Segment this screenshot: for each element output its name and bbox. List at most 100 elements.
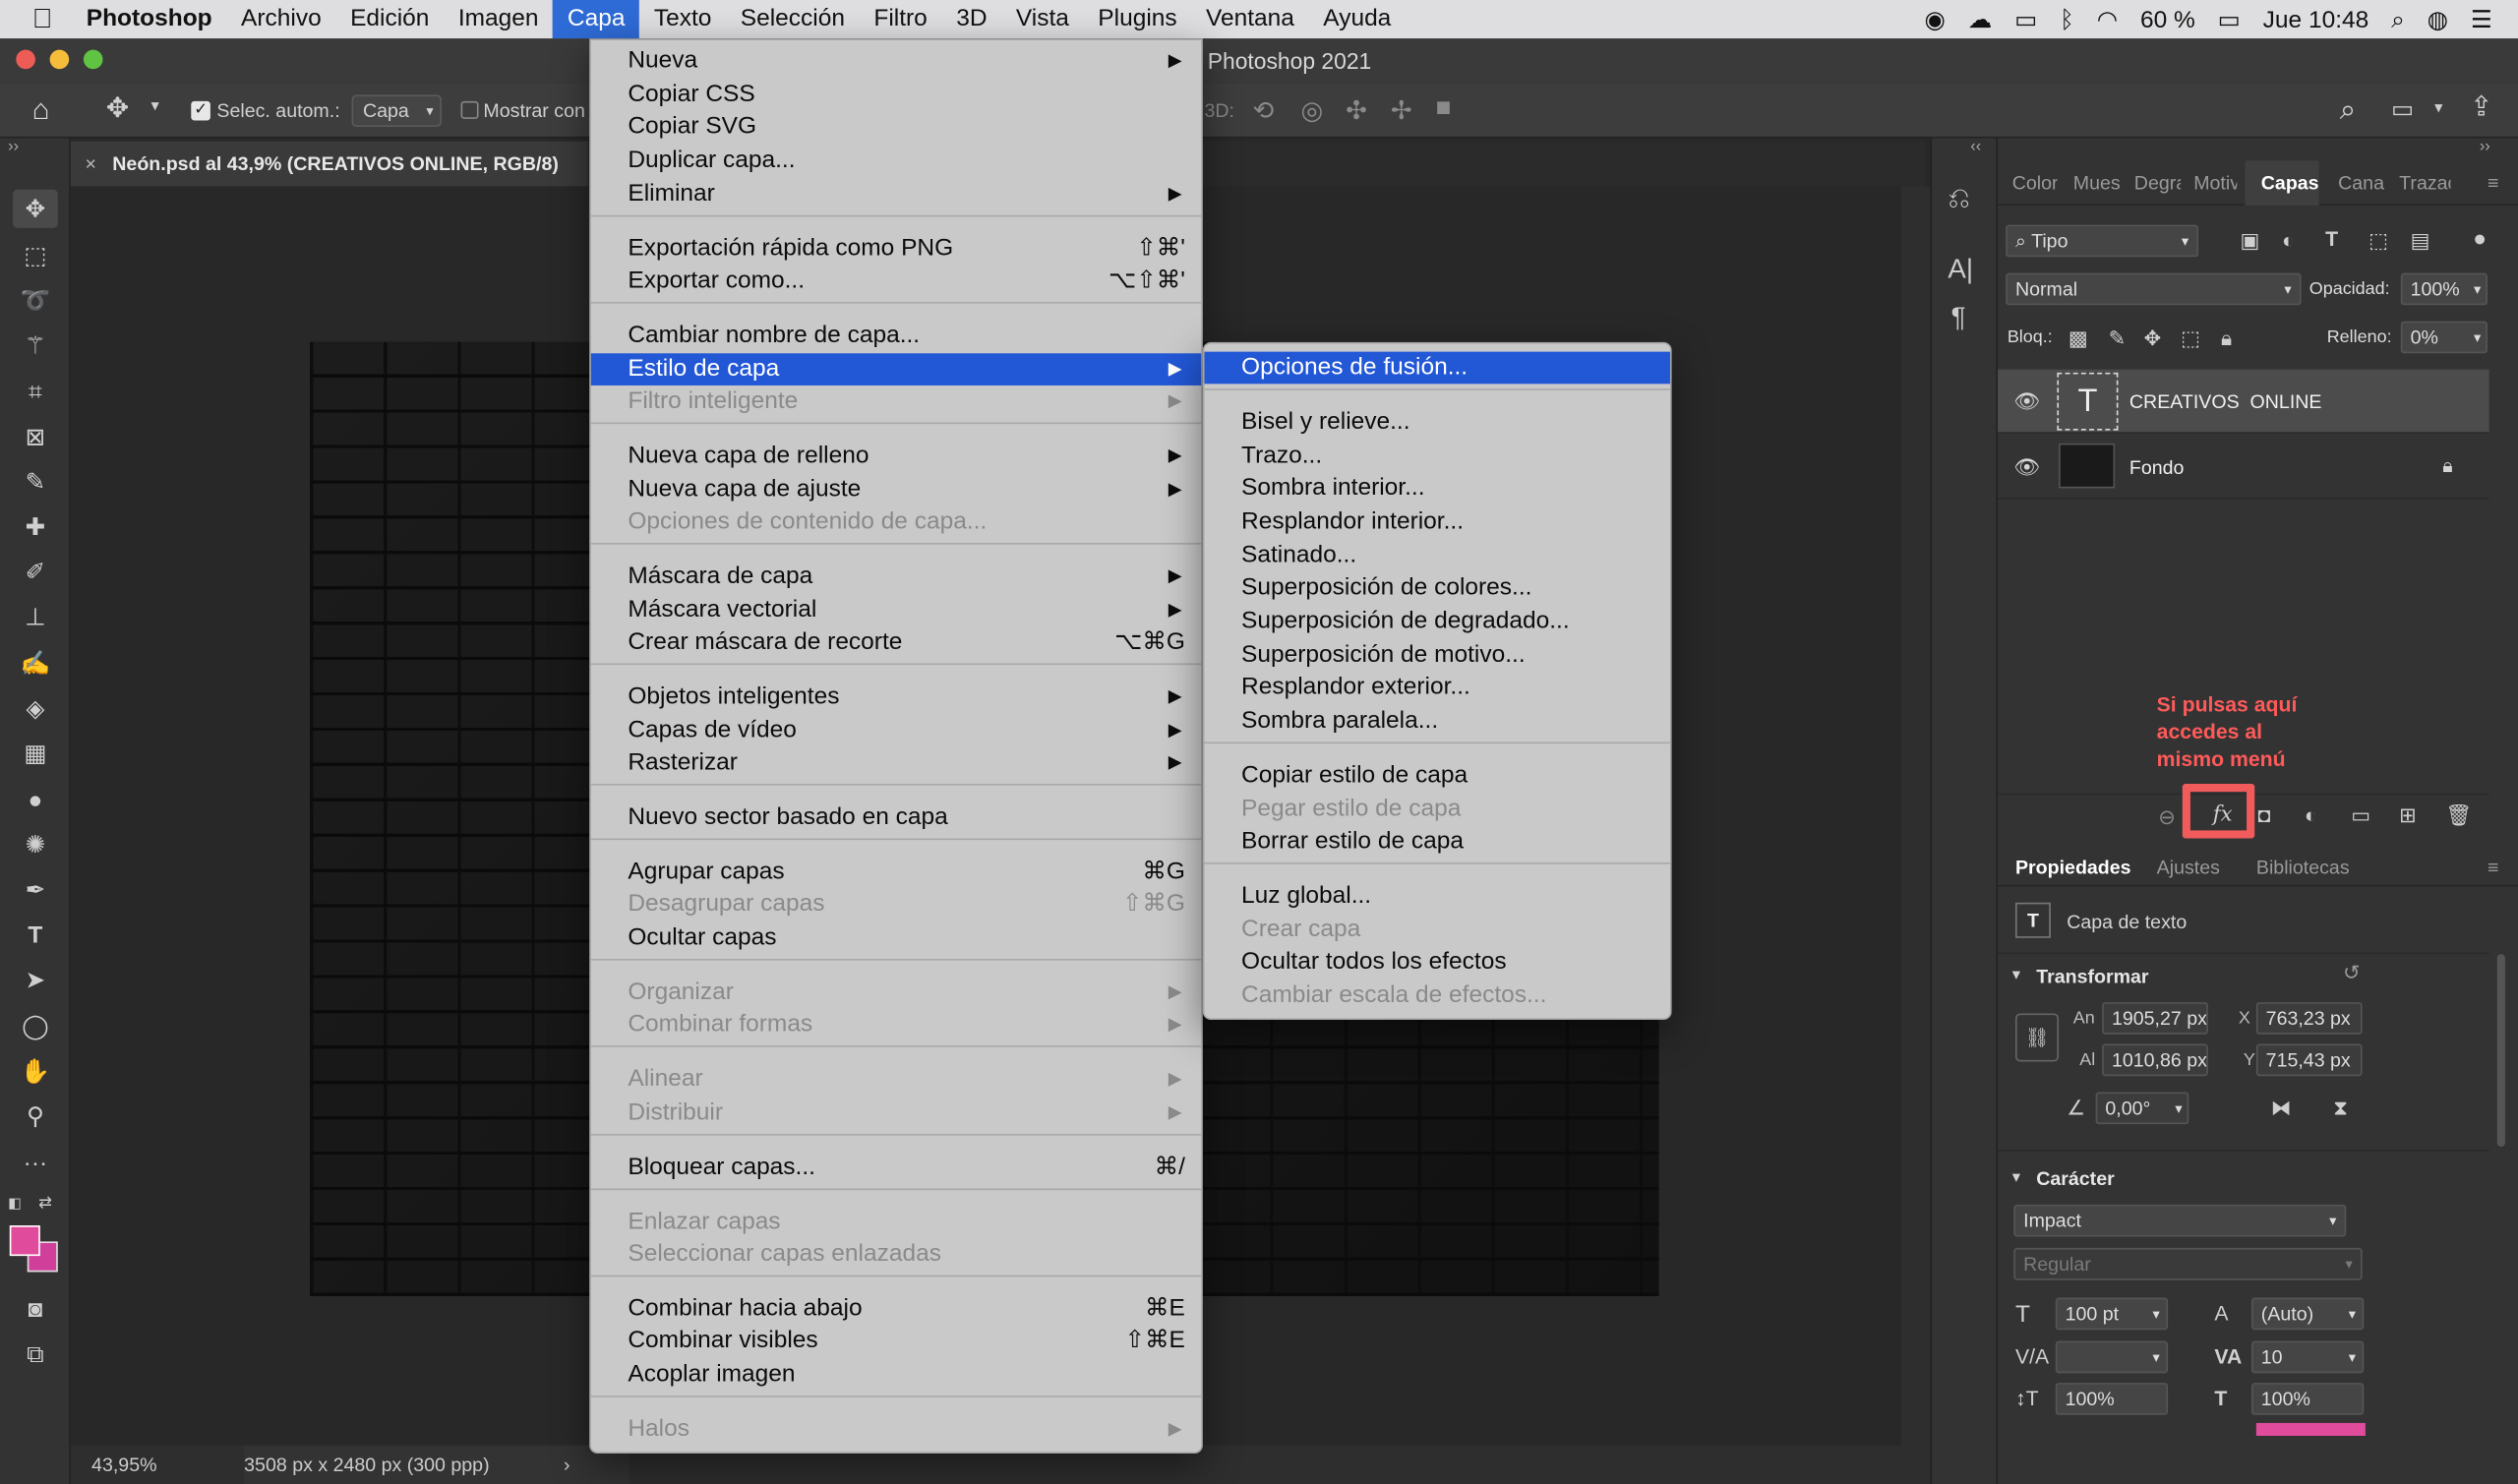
capa-menu-item[interactable]: Combinar visibles ⇧⌘E (591, 1325, 1201, 1357)
bluetooth-icon[interactable]: ᛒ (2060, 6, 2074, 33)
chevron-right-icon[interactable]: › (564, 1446, 570, 1484)
panel-menu-icon[interactable]: ≡ (2488, 160, 2510, 206)
control-center-icon[interactable]: ☰ (2471, 5, 2492, 34)
font-size-input[interactable]: 100 pt ▾ (2055, 1297, 2169, 1331)
capa-menu-item[interactable]: Copiar SVG (591, 111, 1201, 144)
smartobject-filter-icon[interactable]: ▤ (2411, 228, 2430, 254)
roll-3d-icon[interactable]: ◎ (1300, 94, 1323, 127)
capa-menu-item[interactable]: Nueva capa de ajuste ▶ (591, 474, 1201, 506)
lock-position-icon[interactable]: ✥ (2144, 326, 2162, 352)
menu-texto[interactable]: Texto (639, 0, 726, 38)
blur-tool-icon[interactable]: ● (13, 781, 58, 819)
visibility-eye-icon[interactable]: 👁︎ (2013, 454, 2040, 480)
tab-muestras[interactable]: Muestras (2073, 160, 2120, 206)
tab-ajustes[interactable]: Ajustes (2157, 845, 2238, 890)
capa-menu-item[interactable]: Rasterizar ▶ (591, 746, 1201, 779)
tab-degradados[interactable]: Degradados (2134, 160, 2181, 206)
frame-tool-icon[interactable]: ⊠ (13, 418, 58, 456)
fill-input[interactable]: 0% ▾ (2400, 321, 2488, 354)
hand-tool-icon[interactable]: ✋ (13, 1052, 58, 1091)
estilo-submenu-item[interactable]: Superposición de motivo... (1204, 639, 1669, 672)
zoom-window-button[interactable] (83, 49, 103, 70)
history-panel-icon[interactable]: ⎌ (1948, 183, 1969, 215)
move-tool-icon[interactable]: ✥ (13, 189, 58, 228)
move-tool-icon[interactable]: ✥ (106, 93, 129, 126)
estilo-submenu-item[interactable]: Resplandor interior... (1204, 505, 1669, 538)
new-layer-icon[interactable]: ⊞ (2399, 803, 2417, 829)
capa-menu-item[interactable]: Nueva capa de relleno ▶ (591, 440, 1201, 472)
swap-colors-icon[interactable]: ⇄ (38, 1195, 52, 1213)
default-colors-icon[interactable]: ◧ (8, 1195, 22, 1213)
collapse-icon[interactable]: ›› (8, 138, 19, 155)
workspace-icon[interactable]: ▭ (2391, 94, 2414, 124)
menu-edicion[interactable]: Edición (335, 0, 444, 38)
crop-tool-icon[interactable]: ⌗ (13, 373, 58, 411)
capa-menu-item[interactable]: Máscara de capa ▶ (591, 561, 1201, 593)
character-panel-icon[interactable]: A| (1948, 254, 1973, 286)
capa-menu-item[interactable]: Crear máscara de recorte ⌥⌘G (591, 626, 1201, 659)
flip-vertical-icon[interactable]: ⧗ (2333, 1096, 2348, 1121)
document-tab[interactable]: × Neón.psd al 43,9% (CREATIVOS ONLINE, R… (70, 141, 588, 187)
estilo-submenu-item[interactable]: Superposición de colores... (1204, 571, 1669, 604)
estilo-submenu-item[interactable]: Bisel y relieve... (1204, 406, 1669, 439)
estilo-submenu-item[interactable]: Opciones de fusión... (1204, 351, 1670, 385)
capa-menu-item[interactable]: Bloquear capas... ⌘/ (591, 1152, 1201, 1184)
reset-icon[interactable]: ↺ (2343, 961, 2361, 986)
menu-imagen[interactable]: Imagen (444, 0, 553, 38)
estilo-submenu-item[interactable]: Sombra paralela... (1204, 705, 1669, 738)
angle-input[interactable]: 0,00° ▾ (2095, 1092, 2189, 1125)
type-filter-icon[interactable]: T (2325, 226, 2338, 250)
menu-archivo[interactable]: Archivo (226, 0, 335, 38)
menu-ventana[interactable]: Ventana (1191, 0, 1308, 38)
new-group-icon[interactable]: ▭ (2351, 803, 2370, 829)
layer-filter-select[interactable]: ⌕ Tipo ▾ (2006, 224, 2199, 258)
brush-tool-icon[interactable]: ✐ (13, 553, 58, 591)
capa-menu-item[interactable]: Capas de vídeo ▶ (591, 715, 1201, 747)
airplay-icon[interactable]: ▭ (2014, 5, 2037, 34)
marquee-tool-icon[interactable]: ⬚ (13, 236, 58, 274)
zoom-level[interactable]: 43,95% (91, 1446, 156, 1484)
chevron-down-icon[interactable]: ▾ (2434, 99, 2442, 117)
estilo-submenu-item[interactable]: Luz global... (1204, 880, 1669, 913)
font-style-select[interactable]: Regular ▾ (2013, 1247, 2363, 1280)
tab-capas[interactable]: Capas (2245, 160, 2319, 207)
capa-menu-item[interactable]: Cambiar nombre de capa... (591, 320, 1201, 352)
history-brush-tool-icon[interactable]: ✍ (13, 644, 58, 683)
cc-sync-icon[interactable]: ☁ (1968, 5, 1992, 34)
tracking-input[interactable]: 10 ▾ (2250, 1340, 2365, 1374)
tab-color[interactable]: Color (2012, 160, 2058, 206)
y-input[interactable]: 715,43 px (2255, 1043, 2363, 1077)
estilo-submenu-item[interactable]: Copiar estilo de capa (1204, 759, 1669, 792)
link-layers-icon[interactable]: ⊖ (2158, 804, 2176, 830)
menu-3d[interactable]: 3D (941, 0, 1001, 38)
orbit-3d-icon[interactable]: ⟲ (1252, 94, 1274, 127)
chevron-down-icon[interactable]: ▾ (150, 98, 158, 116)
home-icon[interactable]: ⌂ (32, 93, 50, 127)
capa-menu-item[interactable]: Objetos inteligentes ▶ (591, 681, 1201, 713)
properties-scrollbar[interactable] (2496, 954, 2505, 1148)
gradient-tool-icon[interactable]: ▦ (13, 734, 58, 772)
capa-menu-item[interactable]: Acoplar imagen (591, 1359, 1201, 1392)
font-family-select[interactable]: Impact ▾ (2013, 1204, 2347, 1237)
lock-transparency-icon[interactable]: ▩ (2068, 326, 2088, 352)
visibility-eye-icon[interactable]: 👁︎ (2013, 388, 2040, 414)
quick-mask-icon[interactable]: ◙ (13, 1289, 58, 1328)
adjustment-layer-icon[interactable]: ◐ (2305, 803, 2317, 827)
capa-menu-item[interactable]: Exportar como... ⌥⇧⌘' (591, 265, 1201, 297)
collapse-icon[interactable]: ‹‹ (1970, 138, 1981, 155)
zoom-tool-icon[interactable]: ⚲ (13, 1097, 58, 1135)
estilo-submenu-item[interactable]: Satinado... (1204, 540, 1669, 572)
menu-plugins[interactable]: Plugins (1084, 0, 1192, 38)
chevron-down-icon[interactable]: ▾ (2012, 967, 2020, 984)
chevron-down-icon[interactable]: ▾ (2012, 1169, 2020, 1187)
link-dimensions-icon[interactable]: ⛓︎ (2014, 1013, 2060, 1062)
layer-row[interactable]: 👁︎ Fondo 🔒︎ (1998, 436, 2489, 500)
panel-menu-icon[interactable]: ≡ (2488, 845, 2510, 890)
estilo-submenu-item[interactable]: Superposición de degradado... (1204, 606, 1669, 638)
capa-menu-item[interactable]: Copiar CSS (591, 79, 1201, 111)
capa-menu-item[interactable]: Combinar hacia abajo ⌘E (591, 1293, 1201, 1326)
clock[interactable]: Jue 10:48 (2263, 6, 2369, 33)
text-color-swatch[interactable] (2255, 1422, 2366, 1437)
capa-menu-item[interactable]: Nueva ▶ (591, 45, 1201, 78)
more-tools-icon[interactable]: ··· (13, 1144, 58, 1182)
